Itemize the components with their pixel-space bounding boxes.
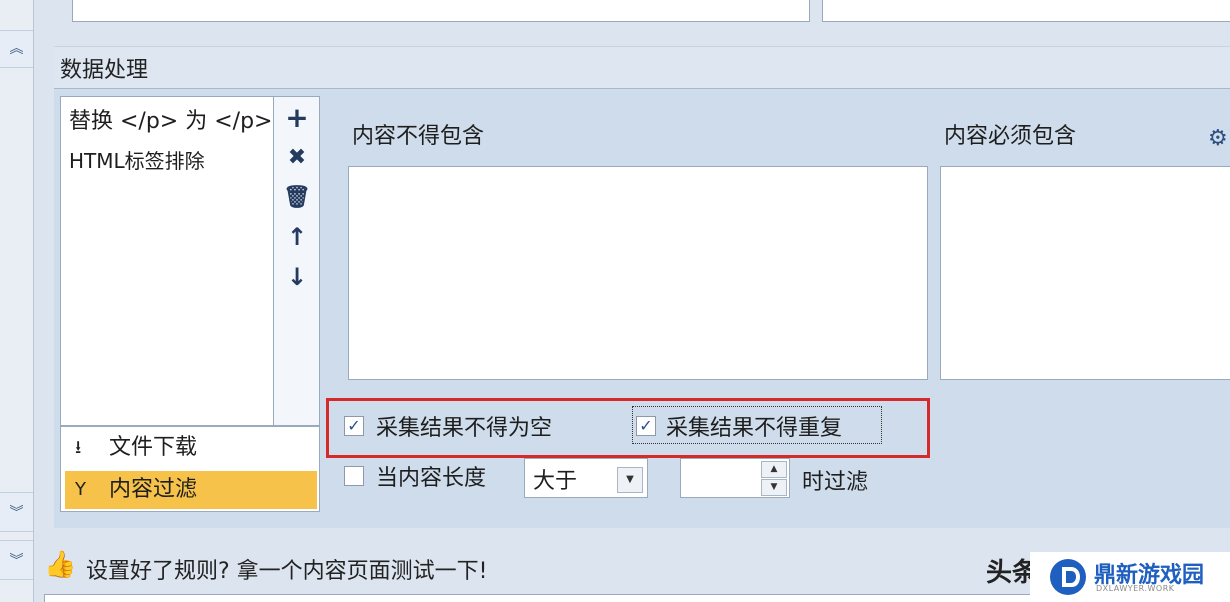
add-icon[interactable]: + bbox=[274, 101, 320, 134]
include-label: 内容必须包含 bbox=[944, 124, 1077, 149]
group-header bbox=[54, 46, 1230, 88]
expand-down-icon-2[interactable]: ︾ bbox=[0, 540, 33, 580]
thumbs-up-icon: 👍 bbox=[44, 550, 77, 580]
length-suffix: 时过滤 bbox=[802, 470, 869, 495]
left-collapse-strip: ︽ ︾ ︾ bbox=[0, 0, 34, 602]
site-logo-icon bbox=[1050, 559, 1086, 595]
delete-icon[interactable]: ✖ bbox=[274, 145, 320, 170]
length-label: 当内容长度 bbox=[376, 466, 487, 491]
test-hint: 设置好了规则? 拿一个内容页面测试一下! bbox=[86, 559, 488, 584]
exclude-label: 内容不得包含 bbox=[352, 124, 485, 149]
top-field-left[interactable] bbox=[72, 0, 810, 22]
gear-icon[interactable]: ⚙ bbox=[1208, 126, 1228, 151]
chevron-down-icon[interactable]: ▼ bbox=[617, 467, 643, 493]
length-checkbox[interactable] bbox=[344, 466, 364, 486]
trash-icon[interactable]: 🗑 bbox=[274, 185, 320, 210]
length-input[interactable]: ▲ ▼ bbox=[680, 458, 790, 498]
top-field-right[interactable] bbox=[822, 0, 1230, 22]
rule-item[interactable]: 替换 </p> 为 </p> bbox=[69, 103, 272, 135]
filter-icon: Y bbox=[75, 479, 86, 500]
not-empty-checkbox[interactable]: ✓ bbox=[344, 416, 364, 436]
spin-down-icon[interactable]: ▼ bbox=[761, 479, 787, 496]
select-value: 大于 bbox=[533, 469, 578, 494]
mode-file-download[interactable]: ⭳ 文件下载 bbox=[65, 429, 317, 467]
download-icon: ⭳ bbox=[75, 437, 82, 458]
mode-content-filter[interactable]: Y 内容过滤 bbox=[65, 471, 317, 509]
collapse-up-icon[interactable]: ︽ bbox=[0, 30, 33, 68]
rule-item[interactable]: HTML标签排除 bbox=[69, 145, 205, 174]
move-up-icon[interactable]: ↑ bbox=[274, 223, 320, 251]
move-down-icon[interactable]: ↓ bbox=[274, 263, 320, 291]
include-textarea[interactable] bbox=[940, 166, 1230, 380]
rule-list[interactable]: 替换 </p> 为 </p> HTML标签排除 bbox=[60, 96, 274, 426]
length-operator-select[interactable]: 大于 ▼ bbox=[524, 458, 648, 498]
mode-label: 内容过滤 bbox=[109, 477, 198, 502]
no-duplicate-checkbox[interactable]: ✓ bbox=[636, 416, 656, 436]
mode-panel: ⭳ 文件下载 Y 内容过滤 bbox=[60, 426, 320, 512]
site-domain: DXLAWYER.WORK bbox=[1096, 584, 1175, 593]
mode-label: 文件下载 bbox=[109, 435, 198, 460]
spin-up-icon[interactable]: ▲ bbox=[761, 461, 787, 478]
not-empty-label: 采集结果不得为空 bbox=[376, 416, 553, 441]
section-title: 数据处理 bbox=[60, 58, 149, 83]
no-duplicate-label: 采集结果不得重复 bbox=[666, 416, 843, 441]
expand-down-icon[interactable]: ︾ bbox=[0, 492, 33, 532]
rule-toolbar: + ✖ 🗑 ↑ ↓ bbox=[274, 96, 320, 426]
exclude-textarea[interactable] bbox=[348, 166, 928, 380]
test-url-input[interactable] bbox=[44, 594, 1044, 602]
